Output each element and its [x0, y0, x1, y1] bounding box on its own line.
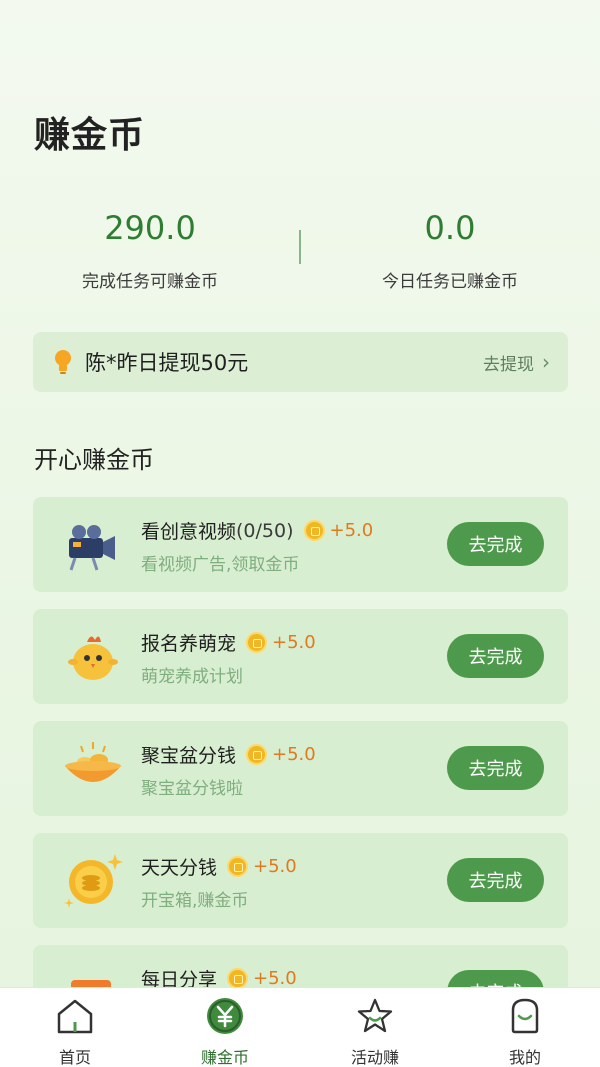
tab-earn-coins-label: 赚金币: [200, 1048, 249, 1067]
task-card: 看创意视频 (0/50) +5.0 看视频广告,领取金币 去完成: [33, 497, 568, 592]
stat-earnable-value: 290.0: [104, 209, 196, 247]
tab-earn-coins[interactable]: 赚金币: [150, 988, 300, 1067]
task-card: 天天分钱 +5.0 开宝箱,赚金币 去完成: [33, 833, 568, 928]
stat-today-value: 0.0: [424, 209, 476, 247]
task-title: 看创意视频: [141, 521, 237, 543]
bottom-tab-bar: 首页 赚金币 活动赚 我的: [0, 987, 600, 1067]
treasure-bowl-icon: [65, 742, 121, 782]
withdraw-link-label: 去提现: [483, 354, 534, 375]
coin-icon: [246, 632, 268, 653]
tab-activity[interactable]: 活动赚: [300, 988, 450, 1067]
complete-task-button[interactable]: 去完成: [447, 634, 544, 678]
stats-panel: 290.0 完成任务可赚金币 0.0 今日任务已赚金币: [0, 205, 600, 305]
task-title-row: 聚宝盆分钱 +5.0: [141, 741, 316, 768]
lightbulb-icon: [55, 350, 71, 374]
task-subtitle: 开宝箱,赚金币: [141, 891, 249, 911]
stat-today: 0.0 今日任务已赚金币: [300, 205, 600, 292]
home-icon: [57, 999, 93, 1034]
section-title: 开心赚金币: [34, 446, 154, 474]
tab-home-label: 首页: [58, 1048, 91, 1067]
complete-task-button[interactable]: 去完成: [447, 858, 544, 902]
stat-earnable: 290.0 完成任务可赚金币: [0, 205, 300, 292]
profile-bag-icon: [511, 998, 539, 1034]
withdraw-link[interactable]: 去提现 ›: [483, 350, 550, 375]
task-title: 报名养萌宠: [141, 633, 237, 655]
task-card: 报名养萌宠 +5.0 萌宠养成计划 去完成: [33, 609, 568, 704]
stat-earnable-label: 完成任务可赚金币: [82, 272, 218, 292]
task-title-row: 报名养萌宠 +5.0: [141, 629, 316, 656]
notice-text: 陈*昨日提现50元: [85, 351, 249, 375]
task-card: 聚宝盆分钱 +5.0 聚宝盆分钱啦 去完成: [33, 721, 568, 816]
star-icon: [357, 998, 393, 1033]
task-title: 聚宝盆分钱: [141, 745, 237, 767]
coin-icon: [227, 968, 249, 989]
complete-task-button[interactable]: 去完成: [447, 746, 544, 790]
task-subtitle: 聚宝盆分钱啦: [141, 779, 243, 799]
coin-icon: [246, 744, 268, 765]
page-title: 赚金币: [34, 115, 146, 156]
yuan-coin-icon: [207, 998, 243, 1034]
coin-icon: [303, 520, 325, 541]
task-reward: +5.0: [253, 968, 297, 989]
status-bar: [0, 0, 600, 40]
task-reward: +5.0: [272, 744, 316, 765]
task-reward: +5.0: [329, 520, 374, 541]
chevron-right-icon: ›: [542, 350, 550, 374]
gold-coin-icon: [64, 854, 123, 908]
withdraw-notice[interactable]: 陈*昨日提现50元 去提现 ›: [33, 332, 568, 392]
tab-profile-label: 我的: [508, 1048, 541, 1067]
task-title: 天天分钱: [141, 857, 218, 879]
task-reward: +5.0: [253, 856, 297, 877]
task-reward: +5.0: [272, 632, 316, 653]
complete-task-button[interactable]: 去完成: [447, 522, 544, 566]
task-title-row: 看创意视频 (0/50) +5.0: [141, 517, 373, 544]
task-subtitle: 萌宠养成计划: [141, 667, 243, 687]
chick-pet-icon: [68, 636, 118, 680]
video-camera-icon: [69, 525, 115, 571]
task-title-row: 天天分钱 +5.0: [141, 853, 297, 880]
stat-today-label: 今日任务已赚金币: [382, 272, 518, 292]
task-subtitle: 看视频广告,领取金币: [141, 555, 300, 575]
tab-activity-label: 活动赚: [350, 1048, 399, 1067]
task-progress: (0/50): [236, 519, 294, 542]
tab-home[interactable]: 首页: [0, 988, 150, 1067]
tab-profile[interactable]: 我的: [450, 988, 600, 1067]
coin-icon: [227, 856, 249, 877]
